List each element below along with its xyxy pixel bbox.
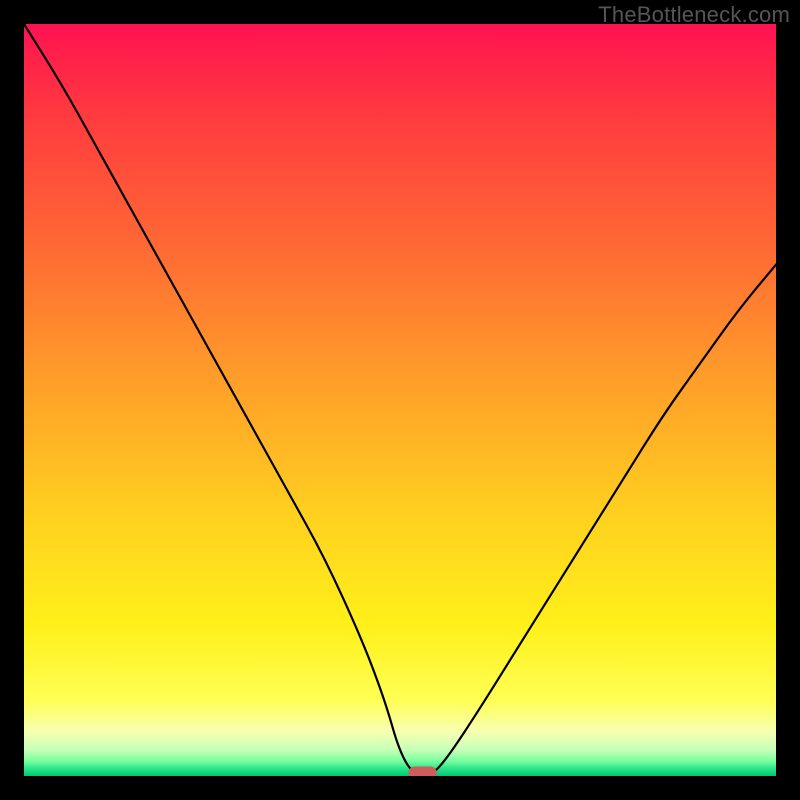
plot-area (24, 24, 776, 776)
bottleneck-curve (24, 24, 776, 776)
attribution-text: TheBottleneck.com (598, 2, 790, 28)
curve-layer (24, 24, 776, 776)
chart-frame: TheBottleneck.com (0, 0, 800, 800)
optimal-point-marker (409, 767, 437, 777)
